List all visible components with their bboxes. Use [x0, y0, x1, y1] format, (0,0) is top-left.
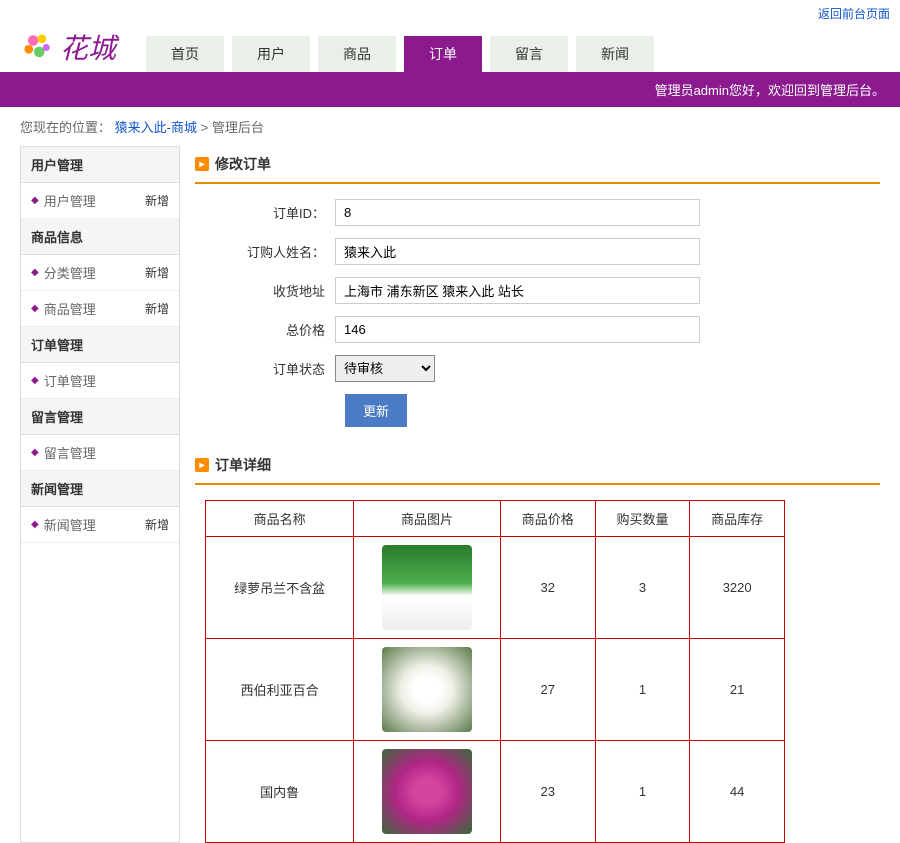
flower-icon [20, 30, 55, 65]
label-order-id: 订单ID： [195, 203, 335, 222]
sidebar-item-label: 订单管理 [44, 371, 169, 390]
table-header: 商品图片 [354, 501, 501, 537]
cell-qty: 3 [595, 537, 690, 639]
section-edit-order-title: ▸ 修改订单 [195, 146, 880, 184]
cell-product-name: 西伯利亚百合 [206, 639, 354, 741]
logo-text: 花城 [60, 27, 116, 67]
bullet-icon: ◆ [31, 267, 39, 278]
table-header: 商品库存 [690, 501, 785, 537]
sidebar-item[interactable]: ◆ 商品管理新增 [21, 291, 179, 327]
sidebar-item[interactable]: ◆ 用户管理新增 [21, 183, 179, 219]
sidebar-addnew-link[interactable]: 新增 [145, 192, 169, 209]
update-button[interactable]: 更新 [345, 394, 407, 427]
input-address[interactable] [335, 277, 700, 304]
bullet-icon: ◆ [31, 447, 39, 458]
cell-stock: 21 [690, 639, 785, 741]
table-header: 商品名称 [206, 501, 354, 537]
header: 花城 首页用户商品订单留言新闻 [0, 27, 900, 72]
main-nav: 首页用户商品订单留言新闻 [146, 36, 654, 72]
content: ▸ 修改订单 订单ID： 订购人姓名： 收货地址 总价格 [195, 146, 880, 843]
cell-qty: 1 [595, 741, 690, 843]
sidebar-header: 留言管理 [21, 399, 179, 435]
breadcrumb-prefix: 您现在的位置： [20, 120, 111, 135]
sidebar-item[interactable]: ◆ 订单管理 [21, 363, 179, 399]
sidebar-header: 新闻管理 [21, 471, 179, 507]
sidebar-item-label: 商品管理 [44, 299, 145, 318]
welcome-bar: 管理员admin您好，欢迎回到管理后台。 [0, 72, 900, 107]
back-to-front-link[interactable]: 返回前台页面 [818, 7, 890, 21]
sidebar-addnew-link[interactable]: 新增 [145, 264, 169, 281]
bullet-icon: ◆ [31, 519, 39, 530]
cell-product-image [354, 741, 501, 843]
logo[interactable]: 花城 [20, 27, 116, 67]
arrow-icon: ▸ [195, 458, 209, 472]
cell-product-image [354, 537, 501, 639]
cell-stock: 3220 [690, 537, 785, 639]
sidebar-item-label: 留言管理 [44, 443, 169, 462]
product-image [382, 545, 472, 630]
nav-item-新闻[interactable]: 新闻 [576, 36, 654, 72]
table-header: 商品价格 [500, 501, 595, 537]
sidebar-item-label: 用户管理 [44, 191, 145, 210]
nav-item-订单[interactable]: 订单 [404, 36, 482, 72]
cell-stock: 44 [690, 741, 785, 843]
sidebar-item[interactable]: ◆ 分类管理新增 [21, 255, 179, 291]
breadcrumb-link[interactable]: 猿来入此-商城 [115, 120, 197, 135]
nav-item-首页[interactable]: 首页 [146, 36, 224, 72]
sidebar-item-label: 分类管理 [44, 263, 145, 282]
order-detail-table: 商品名称商品图片商品价格购买数量商品库存 绿萝吊兰不含盆3233220西伯利亚百… [205, 500, 785, 843]
label-address: 收货地址 [195, 281, 335, 300]
sidebar: 用户管理◆用户管理新增商品信息◆分类管理新增◆商品管理新增订单管理◆订单管理留言… [20, 146, 180, 843]
section-title-text: 订单详细 [215, 455, 271, 475]
nav-item-商品[interactable]: 商品 [318, 36, 396, 72]
bullet-icon: ◆ [31, 303, 39, 314]
label-order-status: 订单状态 [195, 359, 335, 378]
order-form: 订单ID： 订购人姓名： 收货地址 总价格 订单状态 [195, 199, 880, 427]
sidebar-addnew-link[interactable]: 新增 [145, 516, 169, 533]
cell-qty: 1 [595, 639, 690, 741]
product-image [382, 749, 472, 834]
nav-item-用户[interactable]: 用户 [232, 36, 310, 72]
arrow-icon: ▸ [195, 157, 209, 171]
sidebar-item[interactable]: ◆ 新闻管理新增 [21, 507, 179, 543]
input-order-id[interactable] [335, 199, 700, 226]
label-buyer-name: 订购人姓名： [195, 242, 335, 261]
sidebar-header: 订单管理 [21, 327, 179, 363]
cell-product-image [354, 639, 501, 741]
sidebar-item[interactable]: ◆ 留言管理 [21, 435, 179, 471]
sidebar-header: 用户管理 [21, 147, 179, 183]
cell-price: 27 [500, 639, 595, 741]
sidebar-addnew-link[interactable]: 新增 [145, 300, 169, 317]
cell-product-name: 国内鲁 [206, 741, 354, 843]
input-buyer-name[interactable] [335, 238, 700, 265]
breadcrumb: 您现在的位置： 猿来入此-商城 > 管理后台 [0, 107, 900, 146]
cell-product-name: 绿萝吊兰不含盆 [206, 537, 354, 639]
cell-price: 23 [500, 741, 595, 843]
cell-price: 32 [500, 537, 595, 639]
breadcrumb-current: 管理后台 [212, 120, 264, 135]
sidebar-item-label: 新闻管理 [44, 515, 145, 534]
table-row: 国内鲁 23144 [206, 741, 785, 843]
table-row: 绿萝吊兰不含盆 3233220 [206, 537, 785, 639]
bullet-icon: ◆ [31, 375, 39, 386]
label-total-price: 总价格 [195, 320, 335, 339]
table-row: 西伯利亚百合 27121 [206, 639, 785, 741]
section-order-detail-title: ▸ 订单详细 [195, 447, 880, 485]
product-image [382, 647, 472, 732]
bullet-icon: ◆ [31, 195, 39, 206]
input-total-price[interactable] [335, 316, 700, 343]
select-order-status[interactable]: 待审核 [335, 355, 435, 382]
sidebar-header: 商品信息 [21, 219, 179, 255]
table-header: 购买数量 [595, 501, 690, 537]
section-title-text: 修改订单 [215, 154, 271, 174]
breadcrumb-sep: > [201, 120, 212, 135]
nav-item-留言[interactable]: 留言 [490, 36, 568, 72]
